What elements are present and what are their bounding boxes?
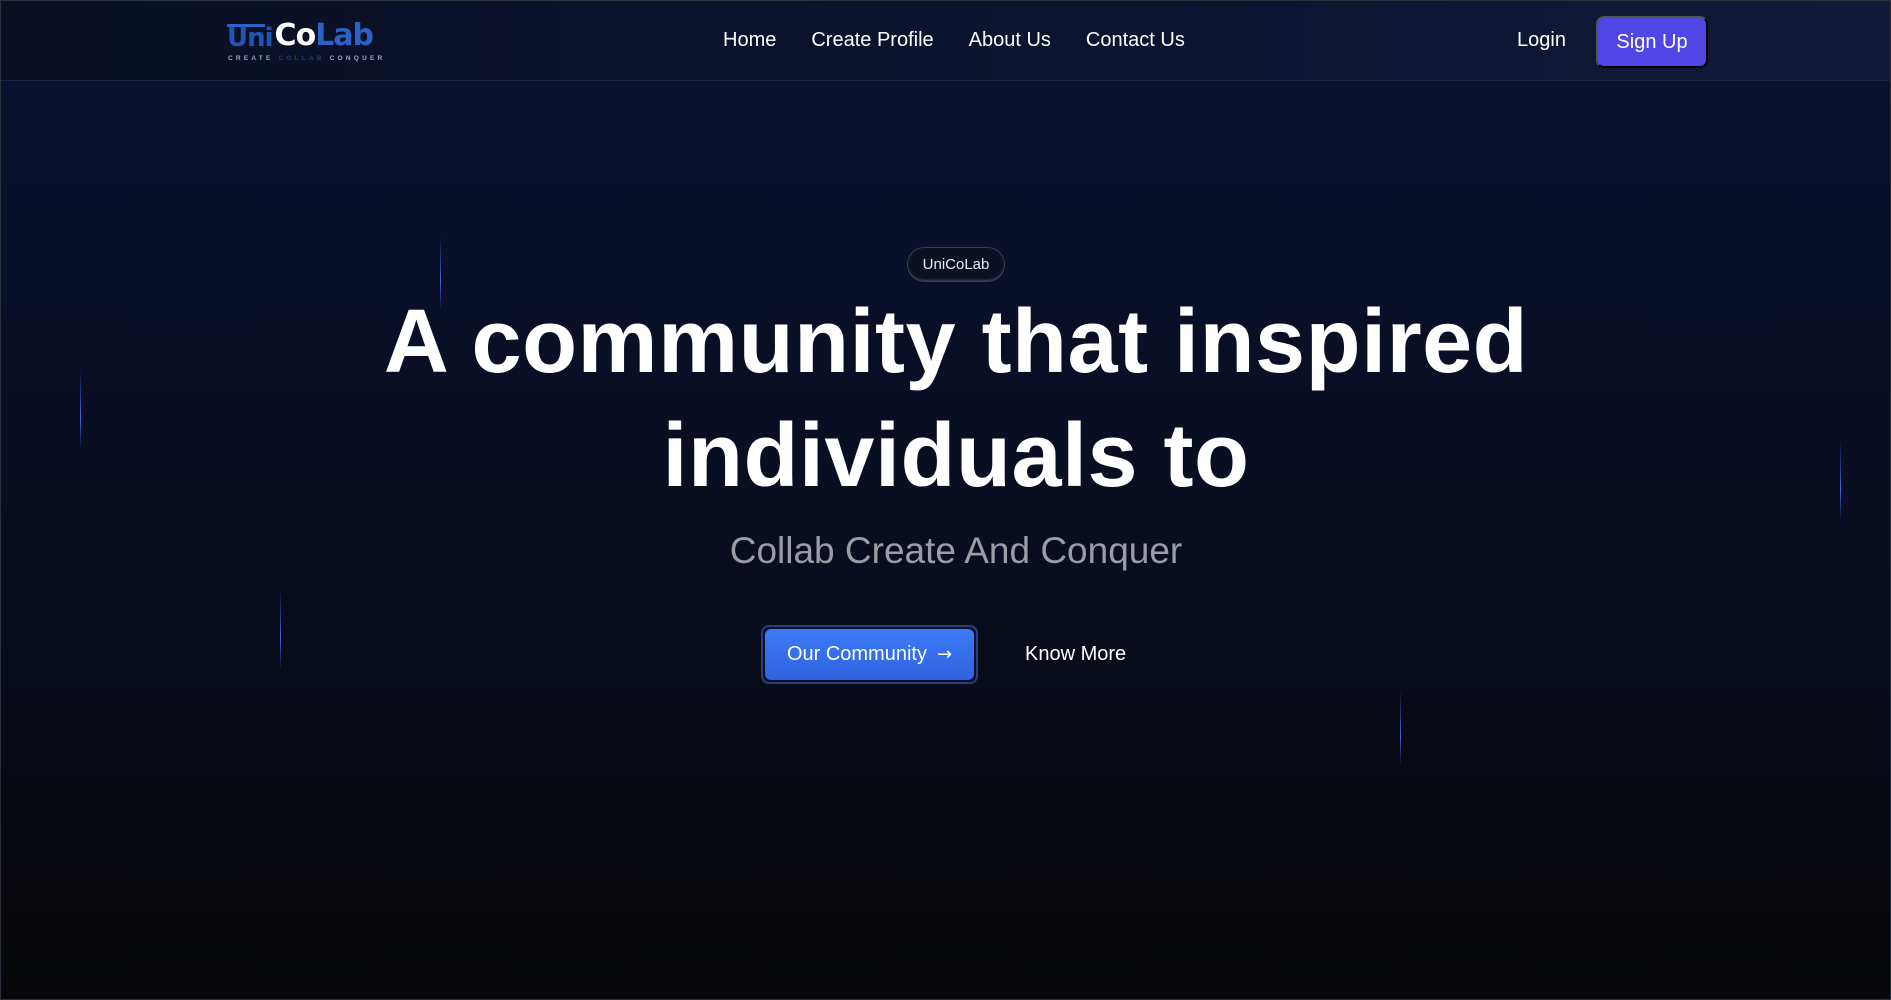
nav-about-us-link[interactable]: About Us	[969, 29, 1051, 52]
hero-headline: A community that inspired individuals to	[300, 285, 1612, 513]
logo-wordmark: Uni Co Lab	[227, 17, 374, 53]
sign-up-button[interactable]: Sign Up	[1596, 16, 1708, 68]
nav-contact-us-link[interactable]: Contact Us	[1086, 29, 1185, 52]
unicolab-logo[interactable]: Uni Co Lab CREATE COLLAB CONQUER	[227, 17, 382, 65]
tagline-conquer: CONQUER	[329, 55, 386, 62]
main-nav: Home Create Profile About Us Contact Us	[723, 29, 1185, 52]
our-community-label: Our Community	[786, 643, 927, 665]
light-streak	[80, 370, 81, 450]
nav-home-link[interactable]: Home	[723, 29, 776, 52]
logo-co-text: Co	[274, 18, 317, 53]
know-more-link[interactable]: Know More	[1025, 643, 1126, 666]
our-community-button[interactable]: Our Community →	[761, 625, 978, 684]
hero-headline-line-1: A community that inspired	[383, 292, 1529, 392]
login-link[interactable]: Login	[1517, 29, 1566, 52]
logo-uni-text: Uni	[227, 23, 274, 53]
nav-create-profile-link[interactable]: Create Profile	[811, 29, 933, 52]
hero-subheadline: Collab Create And Conquer	[729, 530, 1183, 571]
logo-tagline: CREATE COLLAB CONQUER	[228, 55, 385, 62]
arrow-right-icon: →	[936, 644, 953, 665]
our-community-button-inner: Our Community →	[765, 629, 974, 680]
hero-headline-line-2: individuals to	[662, 406, 1250, 506]
tagline-collab: COLLAB	[278, 55, 325, 62]
light-streak	[1840, 440, 1841, 522]
top-navbar: Uni Co Lab CREATE COLLAB CONQUER Home Cr…	[1, 1, 1890, 81]
light-streak	[280, 590, 281, 670]
logo-lab-text: Lab	[315, 18, 374, 53]
hero-badge: UniCoLab	[907, 247, 1005, 282]
tagline-create: CREATE	[228, 55, 274, 62]
light-streak	[1400, 690, 1401, 766]
